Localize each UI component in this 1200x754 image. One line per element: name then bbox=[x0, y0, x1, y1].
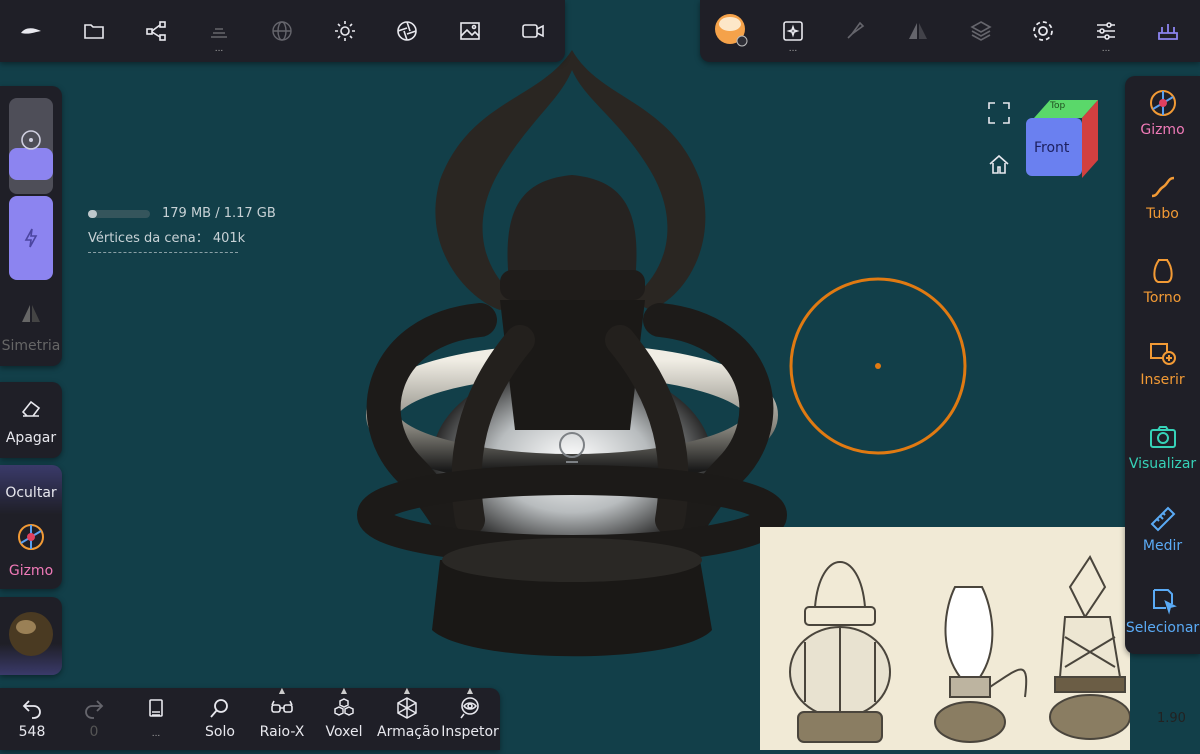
gizmo-tool-icon bbox=[1149, 90, 1176, 116]
zoom-value: 1.90 bbox=[1157, 711, 1186, 726]
left-panel: Simetria bbox=[0, 86, 62, 366]
glasses-icon bbox=[271, 700, 293, 713]
redo-button[interactable]: 0 bbox=[64, 696, 124, 740]
wireframe-button[interactable]: ▲ Armação bbox=[377, 686, 440, 740]
search-icon bbox=[210, 699, 228, 718]
inspector-button[interactable]: ▲ Inspetor bbox=[440, 686, 500, 740]
view-cube-top: Top bbox=[1050, 101, 1066, 111]
insert-icon bbox=[1149, 343, 1176, 365]
memory-text: 179 MB / 1.17 GB bbox=[162, 206, 276, 221]
video-icon[interactable] bbox=[518, 16, 548, 46]
matcap-ball-icon bbox=[9, 612, 53, 656]
scene-tree-icon[interactable] bbox=[141, 16, 171, 46]
redo-count: 0 bbox=[89, 724, 99, 740]
tool-view[interactable]: Visualizar bbox=[1125, 422, 1200, 472]
erase-button[interactable]: Apagar bbox=[0, 382, 62, 458]
scene-stats: 179 MB / 1.17 GB Vértices da cena： 401k bbox=[88, 206, 276, 253]
tool-insert[interactable]: Inserir bbox=[1125, 338, 1200, 388]
light-icon[interactable] bbox=[330, 16, 360, 46]
topology-icon[interactable]: ... bbox=[204, 16, 234, 54]
layers-icon[interactable] bbox=[966, 16, 996, 46]
image-icon[interactable] bbox=[455, 16, 485, 46]
tool-tube[interactable]: Tubo bbox=[1125, 172, 1200, 222]
sphere-grid-icon[interactable] bbox=[267, 16, 297, 46]
tool-gizmo[interactable]: Gizmo bbox=[1125, 88, 1200, 138]
voxel-cubes-icon bbox=[334, 698, 354, 716]
tool-tube-label: Tubo bbox=[1146, 206, 1179, 222]
tool-insert-label: Inserir bbox=[1140, 372, 1185, 388]
solo-label: Solo bbox=[205, 724, 235, 740]
symmetry-icon[interactable] bbox=[19, 302, 43, 326]
symmetry-tri-icon[interactable] bbox=[903, 16, 933, 46]
settings-gear-icon[interactable] bbox=[1028, 16, 1058, 46]
paint-brush-icon[interactable] bbox=[840, 16, 870, 46]
lightning-icon bbox=[24, 228, 38, 248]
undo-button[interactable]: 548 bbox=[2, 696, 62, 740]
view-cube[interactable]: Top Front bbox=[1024, 98, 1102, 178]
hide-gizmo-panel: Ocultar Gizmo bbox=[0, 465, 62, 589]
tool-lathe-label: Torno bbox=[1143, 290, 1182, 306]
tube-icon bbox=[1151, 176, 1174, 198]
bottom-toolbar: 548 0 ... Solo ▲ Raio-X ▲ Voxel ▲ Armaçã… bbox=[0, 686, 500, 750]
tool-measure-label: Medir bbox=[1142, 538, 1183, 554]
logo-icon[interactable] bbox=[16, 16, 46, 46]
fullscreen-icon[interactable] bbox=[986, 100, 1012, 126]
eraser-icon bbox=[21, 400, 41, 417]
tools-bench-icon[interactable] bbox=[1153, 16, 1183, 46]
intensity-slider[interactable] bbox=[9, 196, 53, 280]
xray-button[interactable]: ▲ Raio-X bbox=[252, 686, 312, 740]
lantern-sketch bbox=[789, 555, 1131, 743]
hide-button[interactable]: Ocultar bbox=[0, 485, 62, 501]
redo-icon bbox=[85, 700, 104, 719]
erase-label: Apagar bbox=[5, 430, 57, 446]
material-ball-icon[interactable] bbox=[714, 13, 748, 47]
radius-slider-fill bbox=[9, 148, 53, 180]
wireframe-icon bbox=[397, 697, 417, 719]
tool-lathe[interactable]: Torno bbox=[1125, 256, 1200, 306]
reference-image[interactable] bbox=[760, 527, 1131, 750]
tool-select-label: Selecionar bbox=[1125, 620, 1200, 636]
camera-icon bbox=[1149, 426, 1176, 448]
inspector-eye-icon bbox=[460, 697, 479, 719]
sliders-icon[interactable]: ... bbox=[1091, 16, 1121, 54]
tool-measure[interactable]: Medir bbox=[1125, 504, 1200, 554]
inspector-label: Inspetor bbox=[441, 724, 499, 740]
ruler-icon bbox=[1150, 506, 1175, 532]
folder-icon[interactable] bbox=[79, 16, 109, 46]
xray-label: Raio-X bbox=[259, 724, 305, 740]
memory-bar bbox=[88, 209, 150, 218]
symmetry-label: Simetria bbox=[1, 338, 61, 354]
history-button[interactable]: ... bbox=[126, 696, 186, 740]
magic-box-icon[interactable]: ... bbox=[778, 16, 808, 54]
lathe-icon bbox=[1152, 259, 1173, 283]
voxel-button[interactable]: ▲ Voxel bbox=[314, 686, 374, 740]
view-cube-front: Front bbox=[1034, 140, 1070, 156]
tool-gizmo-label: Gizmo bbox=[1140, 122, 1185, 138]
matcap-preview[interactable] bbox=[0, 597, 62, 675]
vertices-count: Vértices da cena： 401k bbox=[88, 231, 246, 246]
right-tool-column: Gizmo Tubo Torno Inserir Visualizar Medi… bbox=[1125, 76, 1200, 654]
undo-icon bbox=[22, 700, 41, 719]
top-toolbar-right: ... ... bbox=[700, 0, 1200, 62]
wireframe-label: Armação bbox=[377, 724, 440, 740]
radius-icon bbox=[21, 130, 41, 150]
tool-select[interactable]: Selecionar bbox=[1125, 586, 1200, 636]
document-stack-icon bbox=[149, 699, 163, 717]
gizmo-icon[interactable] bbox=[15, 521, 47, 553]
top-toolbar-left: ... bbox=[0, 0, 565, 62]
tool-view-label: Visualizar bbox=[1128, 456, 1197, 472]
home-icon[interactable] bbox=[986, 152, 1012, 178]
undo-count: 548 bbox=[18, 724, 46, 740]
gizmo-label: Gizmo bbox=[8, 563, 54, 579]
voxel-label: Voxel bbox=[325, 724, 363, 740]
solo-button[interactable]: Solo bbox=[190, 696, 250, 740]
select-icon bbox=[1152, 589, 1177, 615]
camera-aperture-icon[interactable] bbox=[392, 16, 422, 46]
